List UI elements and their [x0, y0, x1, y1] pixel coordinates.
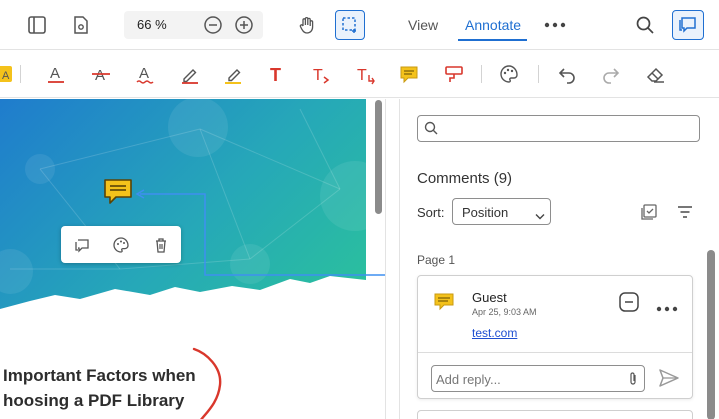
- marquee-select-button[interactable]: [335, 10, 365, 40]
- ink-annotation[interactable]: [188, 345, 248, 419]
- toolbar-separator: [481, 65, 482, 83]
- annotation-toolbar: A A A A T T T: [0, 50, 719, 98]
- comment-text-link[interactable]: test.com: [472, 326, 517, 340]
- svg-text:T: T: [270, 65, 281, 85]
- pan-hand-icon[interactable]: [292, 10, 322, 40]
- chevron-down-icon: [535, 208, 545, 226]
- document-settings-icon[interactable]: [66, 10, 96, 40]
- search-icon: [424, 121, 438, 140]
- delete-trash-icon[interactable]: [150, 234, 172, 256]
- zoom-out-icon[interactable]: [198, 10, 228, 40]
- document-viewport[interactable]: Important Factors when hoosing a PDF Lib…: [0, 99, 386, 419]
- undo-icon[interactable]: [553, 60, 581, 88]
- redo-icon[interactable]: [597, 60, 625, 88]
- toolbar-separator: [538, 65, 539, 83]
- freehand-pen-icon[interactable]: [176, 60, 204, 88]
- comment-bubble-icon: [679, 17, 696, 33]
- svg-text:A: A: [2, 70, 10, 82]
- tab-annotate[interactable]: Annotate: [465, 17, 521, 33]
- more-menu-icon[interactable]: [540, 10, 570, 40]
- highlight-tool-icon[interactable]: A: [0, 60, 18, 88]
- comment-icon[interactable]: [71, 234, 93, 256]
- comments-panel-toggle[interactable]: [672, 10, 704, 40]
- free-text-icon[interactable]: T: [263, 60, 291, 88]
- comment-date: Apr 25, 9:03 AM: [472, 307, 537, 317]
- comment-card[interactable]: [417, 410, 693, 419]
- tab-view[interactable]: View: [408, 17, 438, 33]
- document-scrollbar[interactable]: [375, 100, 382, 214]
- search-icon[interactable]: [630, 10, 660, 40]
- sort-dropdown[interactable]: Position: [452, 198, 551, 225]
- marquee-select-icon: [342, 17, 356, 33]
- style-palette-icon[interactable]: [110, 234, 132, 256]
- sticky-note-icon: [433, 292, 455, 317]
- sidebar-panel-icon[interactable]: [22, 10, 52, 40]
- comments-sidebar: Comments (9) Sort: Position Page 1 Guest…: [399, 99, 719, 419]
- underline-tool-icon[interactable]: A: [42, 60, 70, 88]
- page-sticky-note-icon[interactable]: [103, 178, 133, 206]
- attachment-paperclip-icon[interactable]: [627, 371, 639, 392]
- collapse-comment-icon[interactable]: [618, 291, 640, 318]
- zoom-in-icon[interactable]: [229, 10, 259, 40]
- send-reply-icon[interactable]: [657, 367, 681, 394]
- eraser-icon[interactable]: [641, 60, 669, 88]
- svg-text:A: A: [50, 65, 60, 82]
- reply-input[interactable]: [436, 370, 616, 388]
- comments-search-field[interactable]: [417, 115, 700, 142]
- document-heading-line1: Important Factors when: [3, 366, 196, 385]
- callout-icon[interactable]: [440, 60, 468, 88]
- sticky-note-icon[interactable]: [395, 60, 423, 88]
- comment-author: Guest: [472, 290, 507, 305]
- svg-text:T: T: [313, 67, 323, 84]
- comment-more-icon[interactable]: [656, 299, 678, 317]
- zoom-control: 66 %: [124, 11, 263, 39]
- squiggly-tool-icon[interactable]: A: [131, 60, 159, 88]
- comments-heading: Comments (9): [417, 170, 513, 187]
- color-palette-icon[interactable]: [495, 60, 523, 88]
- zoom-value[interactable]: 66 %: [137, 17, 167, 32]
- freehand-highlight-icon[interactable]: [219, 60, 247, 88]
- insert-text-icon[interactable]: T: [307, 60, 335, 88]
- comments-search-input[interactable]: [444, 120, 694, 138]
- svg-text:A: A: [139, 65, 149, 82]
- sort-selected-value: Position: [462, 205, 509, 220]
- replace-text-icon[interactable]: T: [351, 60, 379, 88]
- page-group-label: Page 1: [417, 253, 456, 267]
- comments-count: (9): [493, 170, 513, 187]
- svg-text:A: A: [95, 67, 105, 84]
- comment-card[interactable]: Guest Apr 25, 9:03 AM test.com: [417, 275, 693, 399]
- document-heading-line2: hoosing a PDF Library: [3, 391, 185, 410]
- svg-text:T: T: [357, 67, 367, 84]
- sidebar-scrollbar[interactable]: [707, 250, 715, 419]
- reply-field[interactable]: [431, 365, 645, 392]
- note-connector-line: [135, 189, 385, 276]
- toolbar-separator: [20, 65, 21, 83]
- active-tab-indicator: [458, 39, 527, 41]
- card-divider: [418, 352, 692, 353]
- annotation-popup-toolbar: [61, 226, 181, 263]
- filter-icon[interactable]: [676, 204, 694, 225]
- strikeout-tool-icon[interactable]: A: [87, 60, 115, 88]
- top-toolbar: 66 % View Annotate: [0, 0, 719, 50]
- multi-select-checkbox-icon[interactable]: [640, 203, 658, 226]
- sort-label: Sort:: [417, 205, 445, 220]
